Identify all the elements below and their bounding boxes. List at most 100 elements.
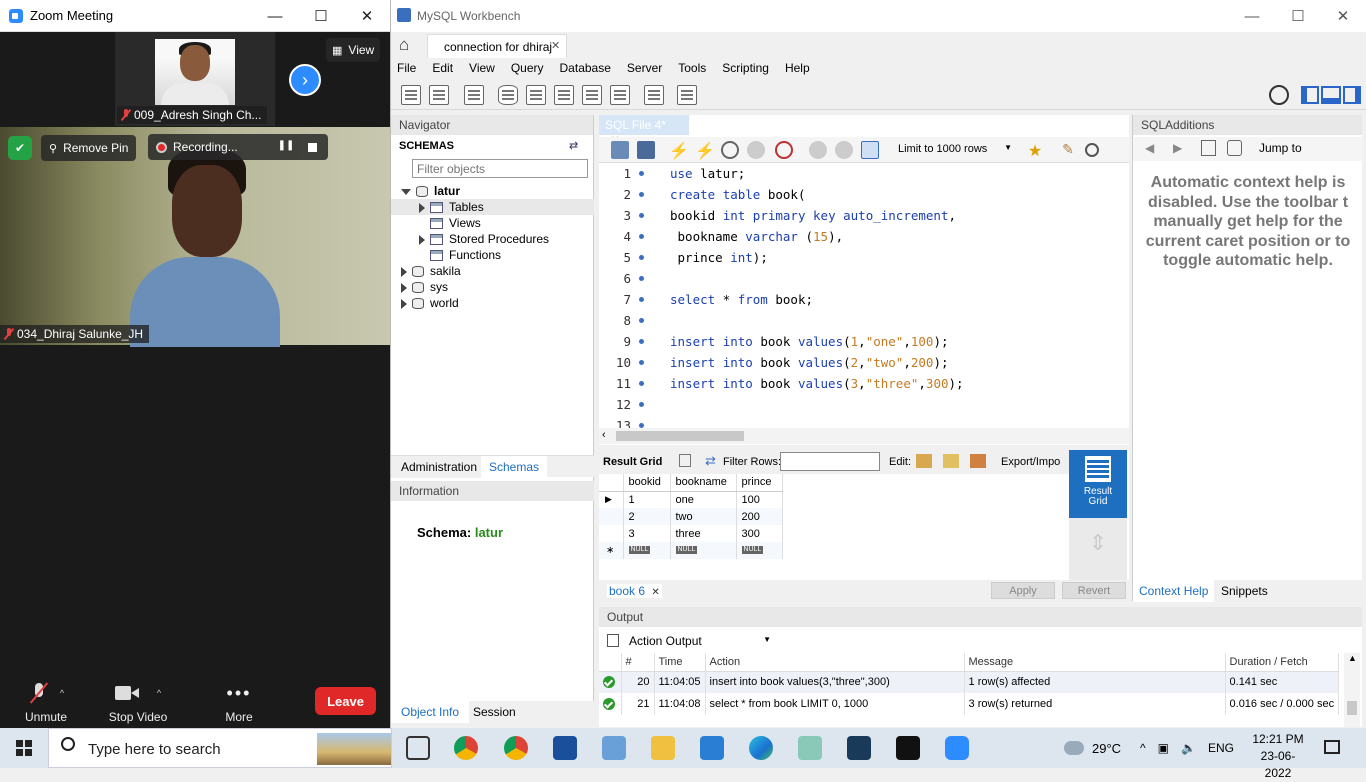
powershell-icon[interactable] bbox=[553, 736, 577, 760]
open-file-icon[interactable] bbox=[611, 141, 629, 159]
remove-pin-button[interactable]: ⚲ Remove Pin bbox=[41, 135, 137, 161]
home-icon[interactable]: ⌂ bbox=[399, 35, 409, 55]
more-button[interactable]: ••• More bbox=[199, 680, 279, 725]
network-icon[interactable]: ▣ bbox=[1158, 741, 1169, 755]
menu-query[interactable]: Query bbox=[511, 58, 552, 80]
tab-object-info[interactable]: Object Info bbox=[391, 701, 470, 723]
expand-icon[interactable] bbox=[401, 298, 407, 309]
next-page-icon[interactable]: › bbox=[289, 64, 321, 96]
forward-icon[interactable]: ▶ bbox=[1173, 141, 1182, 155]
reconnect-icon[interactable] bbox=[677, 85, 697, 105]
mysql-workbench-icon[interactable] bbox=[847, 736, 871, 760]
chevron-up-icon[interactable]: ^ bbox=[60, 688, 64, 698]
apply-button[interactable]: Apply bbox=[991, 582, 1055, 599]
limit-rows-select[interactable]: Limit to 1000 rows ▼ bbox=[894, 140, 1016, 160]
table-cell[interactable]: 1 bbox=[623, 491, 671, 508]
menu-view[interactable]: View bbox=[469, 58, 503, 80]
start-button[interactable] bbox=[0, 728, 48, 768]
code-line[interactable]: 7 select * from book; bbox=[599, 289, 1129, 310]
toggle-secondary-sidebar-icon[interactable] bbox=[1343, 86, 1361, 104]
table-cell[interactable]: two bbox=[670, 508, 737, 525]
tab-snippets[interactable]: Snippets bbox=[1215, 580, 1274, 602]
code-line[interactable]: 12 bbox=[599, 394, 1129, 415]
task-view-icon[interactable] bbox=[406, 736, 430, 760]
jump-to-select[interactable]: Jump to bbox=[1259, 141, 1302, 155]
save-icon[interactable] bbox=[637, 141, 655, 159]
chevron-up-icon[interactable]: ^ bbox=[157, 688, 161, 698]
menu-database[interactable]: Database bbox=[560, 58, 619, 80]
search-table-data-icon[interactable] bbox=[644, 85, 664, 105]
expand-icon[interactable] bbox=[401, 266, 407, 277]
expand-icon[interactable] bbox=[419, 202, 425, 213]
export-import-label[interactable]: Export/Impo bbox=[1001, 456, 1067, 468]
table-row[interactable]: 3 three 300 bbox=[599, 525, 783, 542]
chrome-icon[interactable] bbox=[454, 736, 478, 760]
schema-world[interactable]: world bbox=[401, 295, 594, 311]
column-header[interactable]: prince bbox=[736, 474, 783, 492]
output-row[interactable]: 20 11:04:05 insert into book values(3,"t… bbox=[599, 671, 1340, 693]
menu-file[interactable]: File bbox=[397, 58, 424, 80]
new-row[interactable]: ∗ NULL NULL NULL bbox=[599, 542, 783, 559]
tab-schemas[interactable]: Schemas bbox=[481, 456, 548, 478]
tab-context-help[interactable]: Context Help bbox=[1133, 580, 1215, 602]
close-tab-icon[interactable]: ✕ bbox=[551, 39, 560, 52]
menu-scripting[interactable]: Scripting bbox=[722, 58, 777, 80]
toggle-sidebar-icon[interactable] bbox=[1301, 86, 1319, 104]
close-tab-icon[interactable]: ✕ bbox=[651, 587, 659, 598]
column-header[interactable]: # bbox=[621, 653, 655, 672]
settings-gear-icon[interactable] bbox=[1269, 85, 1289, 105]
toggle-output-icon[interactable] bbox=[1321, 86, 1341, 104]
copy-icon[interactable] bbox=[607, 634, 619, 647]
table-row[interactable]: ▶ 1 one 100 bbox=[599, 491, 783, 508]
create-function-icon[interactable] bbox=[610, 85, 630, 105]
table-cell[interactable]: 300 bbox=[736, 525, 783, 542]
mysql-shell-icon[interactable] bbox=[896, 736, 920, 760]
explain-icon[interactable] bbox=[721, 141, 739, 159]
result-grid-side-button[interactable]: Result Grid bbox=[1069, 450, 1127, 518]
menu-help[interactable]: Help bbox=[785, 58, 818, 80]
manual-help-icon[interactable] bbox=[1201, 140, 1216, 156]
stop-recording-icon[interactable] bbox=[308, 143, 317, 152]
code-line[interactable]: 10 insert into book values(2,"two",200); bbox=[599, 352, 1129, 373]
maximize-icon[interactable]: ☐ bbox=[298, 0, 344, 32]
insert-row-icon[interactable] bbox=[943, 454, 959, 468]
horizontal-scrollbar[interactable]: ‹ bbox=[599, 428, 1129, 444]
expand-icon[interactable] bbox=[419, 234, 425, 245]
app-icon[interactable] bbox=[798, 736, 822, 760]
open-sql-script-icon[interactable] bbox=[429, 85, 449, 105]
close-icon[interactable]: ✕ bbox=[1320, 0, 1366, 32]
expand-icon[interactable] bbox=[401, 282, 407, 293]
connection-tab[interactable]: connection for dhiraj ✕ bbox=[427, 34, 567, 58]
tree-item-stored-procedures[interactable]: Stored Procedures bbox=[401, 231, 594, 247]
schema-latur[interactable]: latur bbox=[401, 183, 594, 199]
volume-icon[interactable]: 🔈 bbox=[1181, 741, 1196, 755]
weather-widget[interactable]: 29°C bbox=[1064, 728, 1121, 768]
output-row[interactable]: 21 11:04:08 select * from book LIMIT 0, … bbox=[599, 693, 1340, 715]
refresh-icon[interactable]: ⇄ bbox=[569, 139, 578, 152]
clock[interactable]: 12:21 PM 23-06-2022 bbox=[1248, 731, 1308, 782]
code-editor[interactable]: 1 use latur; 2 create table book(3 bookid in… bbox=[599, 163, 1129, 428]
scroll-up-icon[interactable]: ▲ bbox=[1348, 653, 1357, 663]
code-line[interactable]: 8 bbox=[599, 310, 1129, 331]
filter-objects-input[interactable] bbox=[412, 159, 588, 178]
code-line[interactable]: 5 prince int); bbox=[599, 247, 1129, 268]
new-sql-tab-icon[interactable] bbox=[401, 85, 421, 105]
tree-item-views[interactable]: Views bbox=[401, 215, 594, 231]
taskbar-search[interactable]: Type here to search bbox=[48, 728, 392, 768]
chrome-profile-icon[interactable] bbox=[504, 736, 528, 760]
delete-row-icon[interactable] bbox=[970, 454, 986, 468]
code-line[interactable]: 11 insert into book values(3,"three",300)… bbox=[599, 373, 1129, 394]
bookmark-star-icon[interactable]: ★ bbox=[1026, 141, 1044, 160]
output-type-select[interactable]: Action Output ▼ bbox=[625, 632, 775, 650]
code-line[interactable]: 6 bbox=[599, 268, 1129, 289]
zoom-icon[interactable] bbox=[945, 736, 969, 760]
table-cell[interactable]: 100 bbox=[736, 491, 783, 508]
execute-current-icon[interactable]: ⚡ bbox=[695, 141, 715, 160]
create-table-icon[interactable] bbox=[526, 85, 546, 105]
scroll-thumb[interactable] bbox=[1347, 701, 1357, 715]
refresh-icon[interactable]: ⇄ bbox=[705, 453, 716, 469]
create-schema-icon[interactable] bbox=[498, 85, 518, 105]
grid-view-icon[interactable] bbox=[679, 454, 691, 467]
column-header[interactable]: bookid bbox=[623, 474, 671, 492]
schema-sakila[interactable]: sakila bbox=[401, 263, 594, 279]
